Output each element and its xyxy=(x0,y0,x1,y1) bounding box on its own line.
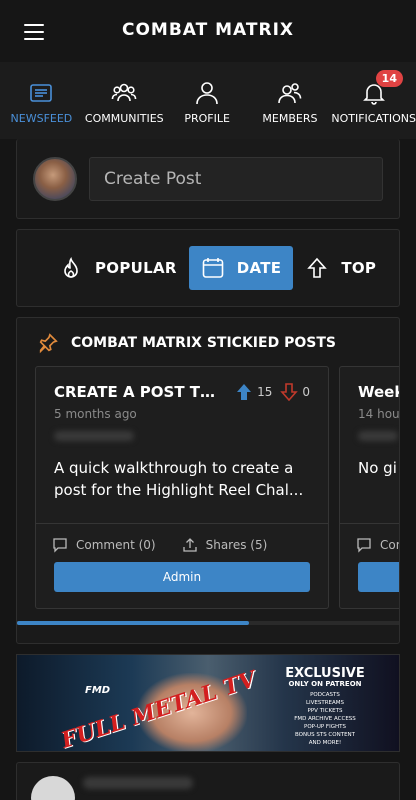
post-body[interactable]: No gi xyxy=(340,441,399,479)
share-icon xyxy=(182,538,197,552)
banner-offer: EXCLUSIVE ONLY ON PATREON PODCASTS LIVES… xyxy=(265,667,385,747)
nav-label-members: MEMBERS xyxy=(262,112,318,125)
communities-icon xyxy=(111,83,137,102)
create-post-card: Create Post xyxy=(16,139,400,219)
downvote-count: 0 xyxy=(302,385,310,399)
admin-button[interactable]: Admin xyxy=(54,562,310,592)
sort-popular-button[interactable]: POPULAR xyxy=(47,246,189,290)
blurred-author xyxy=(54,431,134,441)
nav-newsfeed[interactable]: NEWSFEED xyxy=(0,62,83,139)
create-post-input[interactable]: Create Post xyxy=(89,156,383,201)
comment-label: Con xyxy=(380,538,399,552)
post-body[interactable]: A quick walkthrough to create a post for… xyxy=(36,441,328,501)
stickied-carousel[interactable]: CREATE A POST TUT... 15 0 5 months ago A… xyxy=(35,366,400,610)
banner-feature: AND MORE! xyxy=(308,740,342,746)
comment-icon xyxy=(357,538,371,553)
banner-brand: FMD xyxy=(85,685,111,696)
stickied-header: COMBAT MATRIX STICKIED POSTS xyxy=(17,318,399,354)
banner-feature: LIVESTREAMS xyxy=(305,700,345,706)
next-post-card[interactable] xyxy=(16,762,400,800)
comment-button[interactable]: Con xyxy=(356,537,399,553)
carousel-scrollbar[interactable] xyxy=(17,621,399,625)
stickied-post[interactable]: CREATE A POST TUT... 15 0 5 months ago A… xyxy=(35,366,329,609)
comment-icon xyxy=(53,538,67,553)
pin-icon xyxy=(39,333,58,354)
carousel-scroll-thumb[interactable] xyxy=(17,621,249,625)
post-time: 14 hour xyxy=(358,407,400,421)
banner-exclusive: EXCLUSIVE xyxy=(285,666,365,681)
banner-feature: PODCASTS xyxy=(310,692,340,698)
post-divider xyxy=(36,523,328,524)
next-post-avatar[interactable] xyxy=(31,776,75,800)
blurred-author xyxy=(358,431,398,441)
post-time: 5 months ago xyxy=(54,407,137,421)
promo-banner[interactable]: FMD FULL METAL TV EXCLUSIVE ONLY ON PATR… xyxy=(16,654,400,752)
nav-label-notifications: NOTIFICATIONS xyxy=(331,112,416,125)
post-title[interactable]: Week xyxy=(358,383,399,401)
app-logo: COMBAT MATRIX xyxy=(121,20,295,40)
share-label: Shares (5) xyxy=(205,538,268,552)
comment-label: Comment (0) xyxy=(76,538,156,552)
stickied-post[interactable]: Week 14 hour No gi Con xyxy=(339,366,400,609)
banner-sub: ONLY ON PATREON xyxy=(288,680,362,688)
sort-bar: POPULAR DATE TOP xyxy=(16,229,400,307)
nav-notifications[interactable]: 14 NOTIFICATIONS xyxy=(331,62,416,139)
nav-label-newsfeed: NEWSFEED xyxy=(10,112,73,125)
post-title[interactable]: CREATE A POST TUT... xyxy=(54,383,227,401)
banner-feature: PPV TICKETS xyxy=(307,708,343,714)
share-button[interactable]: Shares (5) xyxy=(182,537,268,553)
stickied-posts-card: COMBAT MATRIX STICKIED POSTS CREATE A PO… xyxy=(16,317,400,644)
nav-label-communities: COMMUNITIES xyxy=(84,112,164,125)
sort-date-button[interactable]: DATE xyxy=(188,246,294,290)
upvote-icon xyxy=(237,384,252,400)
sort-date-label: DATE xyxy=(236,259,282,277)
sort-top-label: TOP xyxy=(341,259,377,277)
main-nav: NEWSFEED COMMUNITIES PROFILE MEMBERS 14 … xyxy=(0,62,416,139)
nav-communities[interactable]: COMMUNITIES xyxy=(83,62,166,139)
flame-icon xyxy=(64,257,78,278)
nav-label-profile: PROFILE xyxy=(184,112,230,125)
newsfeed-icon xyxy=(30,84,53,102)
user-avatar[interactable] xyxy=(33,156,77,201)
profile-icon xyxy=(196,82,218,105)
nav-members[interactable]: MEMBERS xyxy=(249,62,332,139)
comment-button[interactable]: Comment (0) xyxy=(52,537,156,553)
post-divider xyxy=(340,523,399,524)
sort-popular-label: POPULAR xyxy=(95,259,177,277)
banner-feature: POP-UP FIGHTS xyxy=(304,724,346,730)
blurred-author xyxy=(83,777,193,789)
downvote-button[interactable]: 0 xyxy=(280,383,310,401)
sort-top-button[interactable]: TOP xyxy=(293,246,388,290)
stickied-title: COMBAT MATRIX STICKIED POSTS xyxy=(71,335,336,351)
calendar-icon xyxy=(202,258,224,278)
notification-badge: 14 xyxy=(375,70,403,87)
banner-feature: BONUS STS CONTENT xyxy=(294,732,356,738)
arrow-up-icon xyxy=(307,257,328,278)
nav-profile[interactable]: PROFILE xyxy=(166,62,249,139)
upvote-count: 15 xyxy=(257,385,273,399)
admin-button[interactable] xyxy=(358,562,399,592)
upvote-button[interactable]: 15 xyxy=(235,383,272,401)
members-icon xyxy=(278,83,302,104)
banner-feature-list: PODCASTS LIVESTREAMS PPV TICKETS FMD ARC… xyxy=(265,691,385,747)
banner-feature: FMD ARCHIVE ACCESS xyxy=(294,716,356,722)
top-bar: COMBAT MATRIX xyxy=(0,0,416,62)
downvote-icon xyxy=(280,383,299,401)
